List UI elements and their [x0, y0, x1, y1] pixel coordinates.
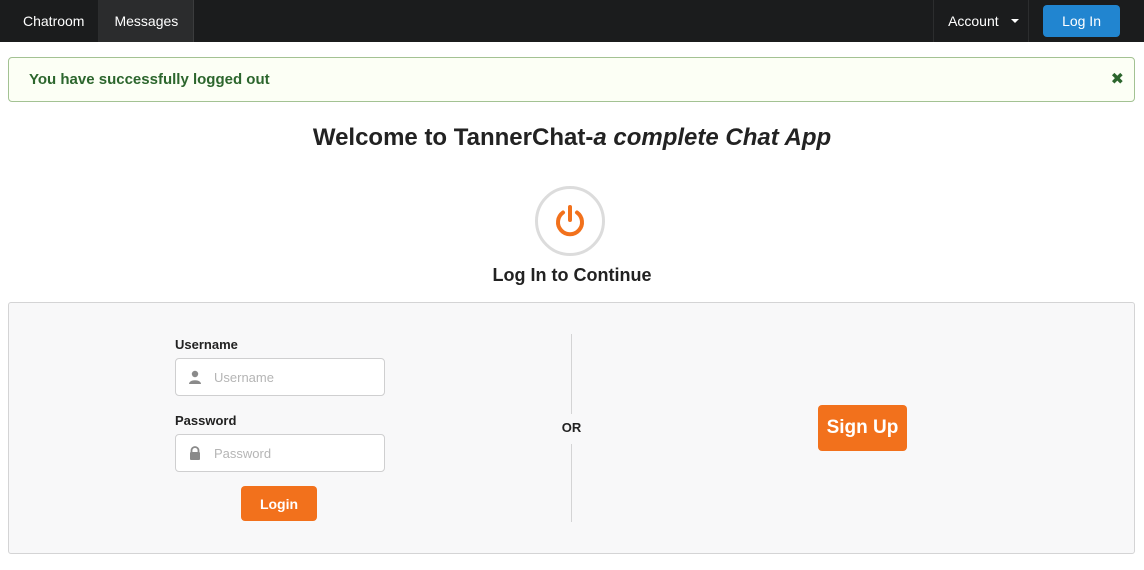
close-icon[interactable]: ✖ — [1111, 69, 1124, 89]
password-label: Password — [175, 413, 237, 428]
success-message: You have successfully logged out ✖ — [8, 57, 1135, 102]
password-input[interactable] — [214, 445, 374, 461]
nav-item-messages[interactable]: Messages — [99, 0, 195, 42]
divider-top — [571, 334, 572, 414]
nav-login-button[interactable]: Log In — [1043, 5, 1120, 37]
caret-down-icon — [1010, 19, 1019, 23]
user-icon — [176, 370, 214, 384]
power-icon — [556, 205, 584, 237]
lock-icon — [176, 446, 214, 460]
login-panel: Username Password Login OR Sign Up — [8, 302, 1135, 554]
nav-item-chatroom[interactable]: Chatroom — [0, 0, 100, 42]
account-label: Account — [948, 13, 999, 29]
success-message-text: You have successfully logged out — [29, 71, 270, 88]
top-navbar: Chatroom Messages Account Log In — [0, 0, 1144, 42]
username-input[interactable] — [214, 369, 374, 385]
nav-login-wrap: Log In — [1029, 0, 1144, 42]
signup-button[interactable]: Sign Up — [818, 405, 907, 451]
nav-right-group: Account Log In — [933, 0, 1144, 42]
login-button[interactable]: Login — [241, 486, 317, 521]
username-field — [175, 358, 385, 396]
divider-bottom — [571, 444, 572, 522]
page-title-italic: a complete Chat App — [593, 124, 832, 151]
or-separator: OR — [561, 420, 582, 435]
login-subtitle: Log In to Continue — [492, 265, 652, 285]
account-dropdown[interactable]: Account — [933, 0, 1030, 42]
power-icon-circle — [535, 186, 605, 256]
page-title: Welcome to TannerChat-a complete Chat Ap… — [0, 124, 1144, 152]
username-label: Username — [175, 337, 238, 352]
page-title-plain: Welcome to TannerChat- — [312, 124, 594, 151]
password-field — [175, 434, 385, 472]
